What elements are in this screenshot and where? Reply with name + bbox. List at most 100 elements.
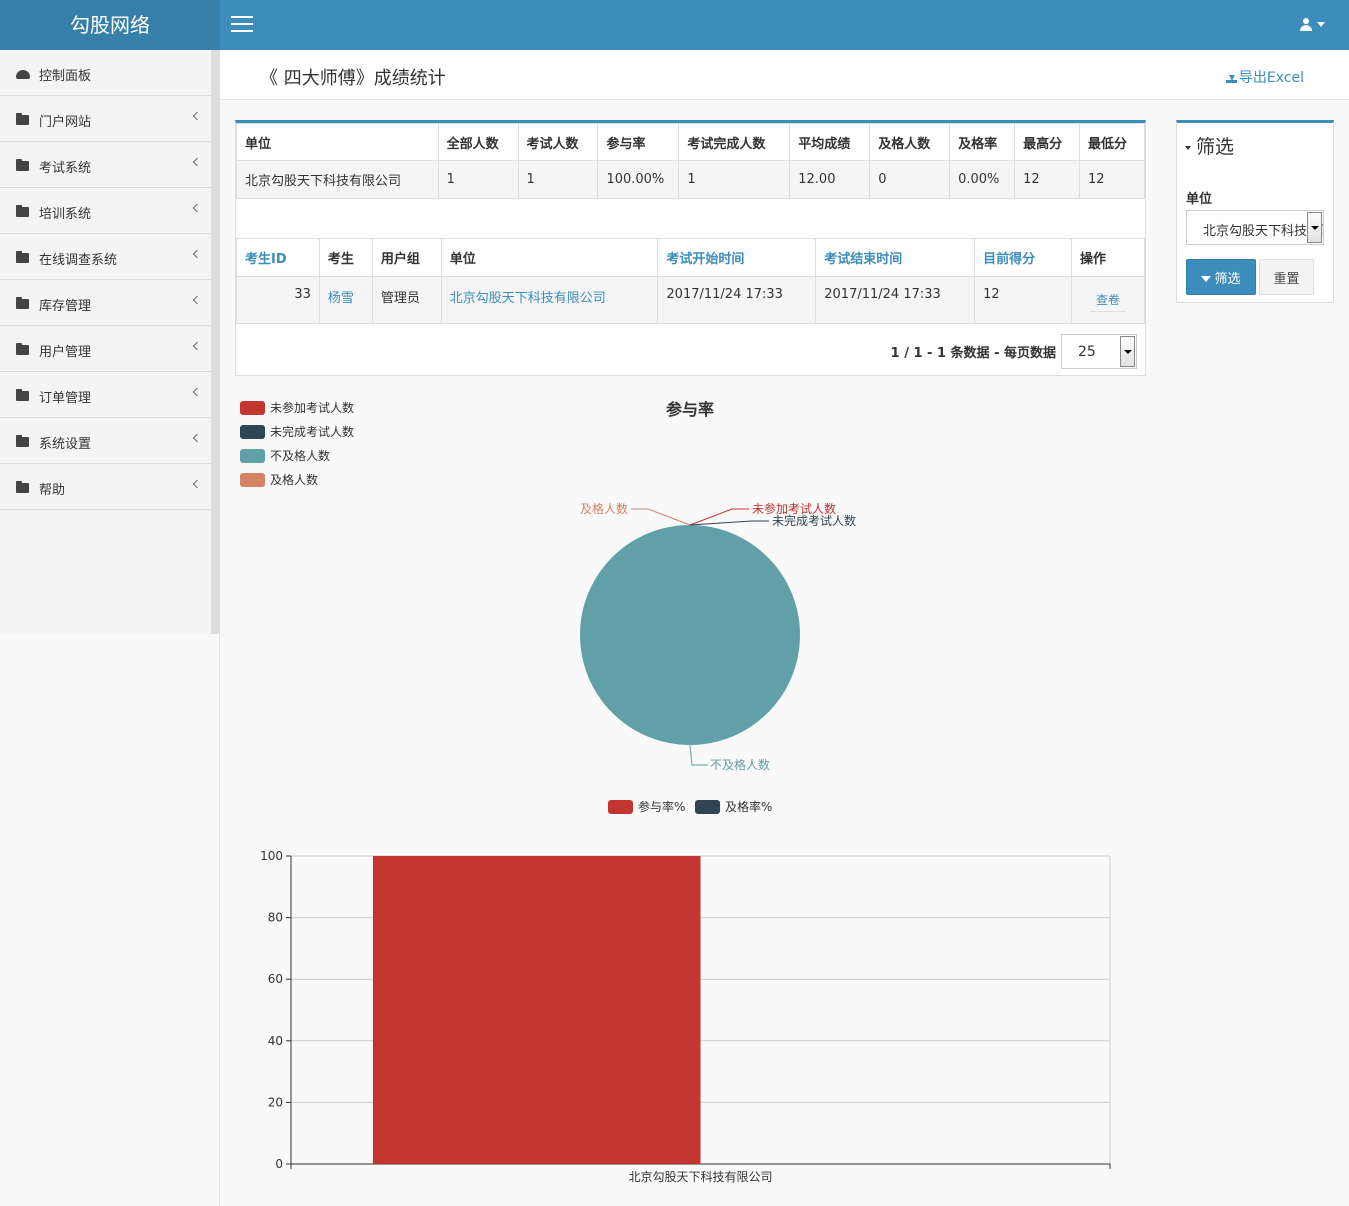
filter-submit-button[interactable]: 筛选 (1186, 259, 1256, 295)
user-icon (1300, 17, 1312, 32)
folder-icon (16, 343, 29, 355)
sidebar-toggle-icon[interactable] (231, 16, 253, 34)
pie-legend: 未参加考试人数未完成考试人数不及格人数及格人数 (240, 400, 354, 487)
sort-header-score[interactable]: 目前得分 (974, 238, 1072, 277)
table-cell: 12 (1014, 160, 1080, 199)
page-size-select[interactable]: 25 (1061, 334, 1137, 369)
unit-link[interactable]: 北京勾股天下科技有限公司 (450, 291, 606, 306)
filter-reset-button[interactable]: 重置 (1259, 259, 1314, 295)
chevron-left-icon (192, 249, 202, 259)
sort-header-end-time[interactable]: 考试结束时间 (815, 238, 976, 277)
y-tick-label: 60 (268, 972, 283, 986)
sidebar-item-exam[interactable]: 考试系统 (0, 142, 211, 188)
label-leader-line (689, 520, 769, 526)
column-header: 最高分 (1014, 123, 1080, 161)
caret-down-icon (1317, 22, 1325, 27)
sidebar-item-label: 控制面板 (39, 69, 92, 84)
export-excel-link[interactable]: 导出Excel (1225, 67, 1304, 87)
page-size-value: 25 (1078, 344, 1096, 360)
filter-submit-label: 筛选 (1214, 271, 1241, 287)
chevron-left-icon (192, 387, 202, 397)
column-header: 参与率 (597, 123, 680, 161)
filter-icon (1201, 275, 1212, 282)
sidebar-item-users[interactable]: 用户管理 (0, 326, 211, 372)
legend-label[interactable]: 及格率% (725, 799, 772, 814)
column-header: 及格率 (949, 123, 1016, 161)
unit-select[interactable]: 北京勾股天下科技有限公司 (1186, 210, 1324, 245)
sort-header-id[interactable]: 考生ID (236, 238, 320, 277)
legend-swatch[interactable] (240, 401, 265, 415)
sidebar-item-training[interactable]: 培训系统 (0, 188, 211, 234)
column-header: 考试人数 (517, 123, 599, 161)
pie-slices (580, 525, 800, 745)
sidebar-item-help[interactable]: 帮助 (0, 464, 211, 510)
legend-label[interactable]: 及格人数 (270, 472, 318, 487)
pagination: 1 / 1 - 1 条数据 - 每页数据 25 (236, 326, 1145, 376)
table-cell: 2017/11/24 17:33 (657, 276, 817, 324)
filter-unit-label: 单位 (1186, 192, 1213, 207)
sidebar-item-label: 在线调查系统 (39, 253, 118, 268)
app-logo[interactable]: 勾股网络 (0, 0, 220, 50)
table-cell: 1 (678, 160, 791, 199)
label-leader-line (689, 744, 708, 766)
folder-icon (16, 113, 29, 125)
sidebar-item-label: 门户网站 (39, 115, 92, 130)
legend-label[interactable]: 未参加考试人数 (270, 400, 354, 415)
table-cell: 0 (869, 160, 951, 199)
legend-swatch[interactable] (240, 425, 265, 439)
folder-icon (16, 435, 29, 447)
exam-records-table: 考生ID 考生 用户组 单位 考试开始时间 考试结束时间 目前得分 操作 33 … (236, 238, 1145, 324)
table-row: 北京勾股天下科技有限公司 1 1 100.00% 1 12.00 0 0.00%… (236, 160, 1145, 199)
chevron-left-icon (192, 433, 202, 443)
sidebar-item-portal[interactable]: 门户网站 (0, 96, 211, 142)
y-tick-label: 40 (268, 1034, 283, 1048)
folder-icon (16, 297, 29, 309)
table-cell: 杨雪 (318, 276, 373, 324)
legend-swatch[interactable] (240, 449, 265, 463)
caret-down-icon (1185, 145, 1191, 150)
filter-title[interactable]: 筛选 (1185, 132, 1234, 159)
table-cell: 12 (974, 276, 1072, 324)
legend-swatch[interactable] (695, 800, 720, 814)
stats-header-row: 单位 全部人数 考试人数 参与率 考试完成人数 平均成绩 及格人数 及格率 最高… (236, 123, 1145, 161)
folder-icon (16, 389, 29, 401)
sidebar-scrollbar[interactable] (212, 50, 220, 634)
table-cell: 1 (517, 160, 599, 199)
table-cell: 12 (1079, 160, 1145, 199)
sidebar-item-orders[interactable]: 订单管理 (0, 372, 211, 418)
sidebar-item-settings[interactable]: 系统设置 (0, 418, 211, 464)
legend-swatch[interactable] (608, 800, 633, 814)
pie-slice[interactable] (580, 525, 800, 745)
rate-bar-chart: 参与率% 及格率% 0 20 40 60 80 100 北京勾股天下科技有限公司 (260, 799, 1111, 1184)
legend-swatch[interactable] (240, 473, 265, 487)
x-tick-label: 北京勾股天下科技有限公司 (628, 1170, 772, 1184)
table-cell: 0.00% (949, 160, 1016, 199)
sort-header-start-time[interactable]: 考试开始时间 (657, 238, 817, 277)
y-tick-label: 20 (268, 1095, 283, 1109)
legend-label[interactable]: 未完成考试人数 (270, 424, 354, 439)
folder-icon (16, 159, 29, 171)
folder-icon (16, 251, 29, 263)
user-menu[interactable] (1300, 17, 1325, 32)
sidebar-item-inventory[interactable]: 库存管理 (0, 280, 211, 326)
examinee-link[interactable]: 杨雪 (328, 291, 354, 306)
download-icon (1225, 72, 1237, 83)
sidebar-item-label: 培训系统 (39, 207, 92, 222)
table-cell: 12.00 (789, 160, 871, 199)
select-arrow-icon (1307, 212, 1322, 243)
legend-label[interactable]: 不及格人数 (270, 448, 330, 463)
exam-header-row: 考生ID 考生 用户组 单位 考试开始时间 考试结束时间 目前得分 操作 (236, 238, 1145, 277)
sidebar-item-dashboard[interactable]: 控制面板 (0, 50, 211, 96)
view-paper-button[interactable]: 查卷 (1089, 288, 1126, 312)
column-header: 最低分 (1079, 123, 1145, 161)
filter-box: 筛选 单位 北京勾股天下科技有限公司 筛选 重置 (1176, 120, 1334, 303)
legend-label[interactable]: 参与率% (638, 799, 685, 814)
sidebar-item-survey[interactable]: 在线调查系统 (0, 234, 211, 280)
bar-参与率%[interactable] (372, 856, 701, 1164)
chevron-left-icon (192, 295, 202, 305)
export-excel-label: 导出Excel (1238, 70, 1304, 86)
table-cell: 北京勾股天下科技有限公司 (236, 160, 439, 199)
table-cell: 1 (437, 160, 519, 199)
y-tick-label: 80 (268, 911, 283, 925)
select-arrow-icon (1120, 336, 1135, 367)
